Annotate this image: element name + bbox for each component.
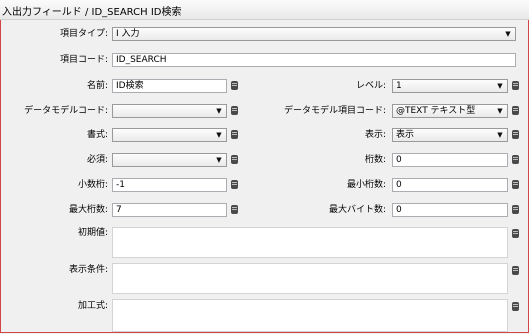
item-type-label: 項目タイプ:	[59, 29, 108, 39]
decimal-digits-label: 小数桁:	[77, 180, 108, 190]
display-condition-label: 表示条件:	[68, 265, 108, 275]
digits-field[interactable]: 0	[392, 153, 508, 167]
database-icon[interactable]	[512, 130, 519, 139]
database-icon[interactable]	[512, 155, 519, 164]
processing-formula-textarea[interactable]	[112, 299, 508, 332]
display-select[interactable]: 表示 ▼	[392, 128, 508, 142]
processing-formula-label: 加工式:	[77, 301, 108, 311]
initial-value-textarea[interactable]	[112, 227, 508, 258]
database-icon[interactable]	[512, 229, 519, 238]
chevron-down-icon: ▼	[216, 131, 222, 139]
required-select[interactable]: ▼	[112, 153, 227, 167]
format-label: 書式:	[86, 130, 108, 140]
max-bytes-field[interactable]: 0	[392, 203, 508, 217]
item-type-select[interactable]: I 入力 ▼	[112, 27, 516, 41]
database-icon[interactable]	[512, 81, 519, 90]
min-digits-label: 最小桁数:	[346, 180, 386, 190]
database-icon[interactable]	[512, 205, 519, 214]
max-digits-label: 最大桁数:	[68, 205, 108, 215]
min-digits-field[interactable]: 0	[392, 178, 508, 192]
window-title: 入出力フィールド / ID_SEARCH ID検索	[2, 7, 182, 18]
display-condition-textarea[interactable]	[112, 263, 508, 294]
database-icon[interactable]	[512, 180, 519, 189]
database-icon[interactable]	[231, 205, 238, 214]
data-model-item-code-value: @TEXT テキスト型	[396, 106, 476, 116]
database-icon[interactable]	[231, 106, 238, 115]
item-code-label: 項目コード:	[59, 55, 108, 65]
chevron-down-icon: ▼	[505, 30, 511, 38]
chevron-down-icon: ▼	[497, 82, 503, 90]
database-icon[interactable]	[231, 155, 238, 164]
level-select[interactable]: 1 ▼	[392, 79, 508, 93]
format-select[interactable]: ▼	[112, 128, 227, 142]
display-value: 表示	[396, 130, 415, 140]
data-model-item-code-label: データモデル項目コード:	[283, 106, 386, 116]
level-label: レベル:	[355, 81, 386, 91]
display-label: 表示:	[364, 130, 386, 140]
data-model-code-label: データモデルコード:	[24, 106, 108, 116]
database-icon[interactable]	[512, 302, 519, 311]
required-label: 必須:	[86, 155, 108, 165]
name-label: 名前:	[86, 81, 108, 91]
max-bytes-label: 最大バイト数:	[328, 205, 386, 215]
initial-value-label: 初期値:	[77, 228, 108, 238]
item-code-field[interactable]: ID_SEARCH	[112, 53, 516, 67]
chevron-down-icon: ▼	[497, 107, 503, 115]
item-type-value: I 入力	[116, 29, 140, 39]
name-field[interactable]: ID検索	[112, 79, 227, 93]
data-model-code-select[interactable]: ▼	[112, 104, 227, 118]
digits-label: 桁数:	[364, 155, 386, 165]
chevron-down-icon: ▼	[216, 107, 222, 115]
max-digits-field[interactable]: 7	[112, 203, 227, 217]
database-icon[interactable]	[231, 81, 238, 90]
decimal-digits-field[interactable]: -1	[112, 178, 227, 192]
chevron-down-icon: ▼	[216, 156, 222, 164]
data-model-item-code-select[interactable]: @TEXT テキスト型 ▼	[392, 104, 508, 118]
title-bar: 入出力フィールド / ID_SEARCH ID検索	[0, 0, 529, 20]
database-icon[interactable]	[231, 130, 238, 139]
database-icon[interactable]	[512, 106, 519, 115]
database-icon[interactable]	[512, 266, 519, 275]
chevron-down-icon: ▼	[497, 131, 503, 139]
database-icon[interactable]	[231, 180, 238, 189]
level-value: 1	[396, 81, 402, 91]
